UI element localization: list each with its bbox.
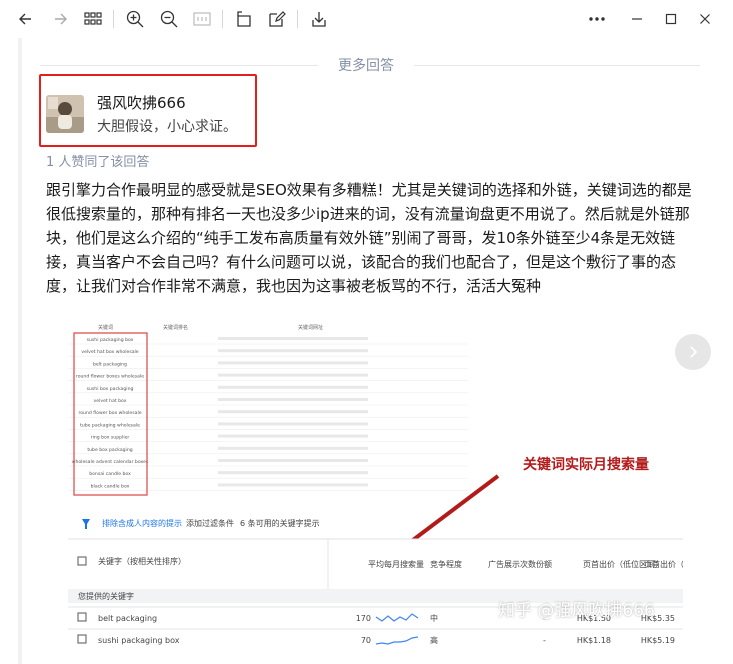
back-icon[interactable] (14, 8, 36, 30)
keyword-cell: tube box packaging (87, 447, 132, 453)
add-filter-link[interactable]: 添加过滤条件 (186, 518, 234, 528)
grid-icon[interactable] (82, 8, 104, 30)
url-cell-placeholder (218, 422, 368, 426)
keyword-cell: belt packaging (98, 614, 157, 623)
toolbar-separator (222, 10, 223, 28)
keyword-cell: round flower box wholesale (78, 410, 141, 416)
toolbar-separator (297, 10, 298, 28)
url-cell-placeholder (218, 361, 368, 365)
author-name[interactable]: 强风吹拂666 (97, 92, 186, 113)
author-headline: 大胆假设，小心求证。 (97, 119, 237, 135)
chevron-right-icon (690, 346, 698, 358)
keyword-cell: sushi box packaging (87, 386, 134, 392)
toolbar-separator (113, 10, 114, 28)
fit-icon[interactable] (191, 8, 213, 30)
volume-cell: 70 (361, 636, 371, 645)
url-cell-placeholder (218, 471, 368, 475)
column-header-high-bid[interactable]: 页首出价（高位区间） (644, 559, 724, 569)
url-cell-placeholder (218, 459, 368, 462)
share-cell: - (543, 636, 546, 645)
volume-cell: 170 (356, 614, 371, 623)
competition-cell: 中 (430, 613, 438, 623)
divider (40, 65, 318, 66)
zoom-out-icon[interactable] (158, 8, 180, 30)
keyword-cell: black candle box (91, 483, 130, 489)
keyword-cell: velvet hat box wholesale (81, 349, 138, 355)
url-cell-placeholder (218, 434, 368, 438)
more-answers-label[interactable]: 更多回答 (318, 55, 414, 75)
column-header-volume[interactable]: 平均每月搜索量 (368, 559, 424, 569)
close-icon[interactable] (694, 8, 716, 30)
column-header-keyword[interactable]: 关键字（按相关性排序） (98, 556, 186, 566)
available-suggestions: 6 条可用的关键字提示 (240, 518, 320, 528)
answer-content: 更多回答 强风吹拂666 大胆假设，小心求证。 1 人赞同了该回答 跟引擎力合作… (0, 38, 733, 664)
competition-cell: 高 (430, 635, 438, 645)
forward-icon[interactable] (50, 8, 72, 30)
keyword-cell: tube packaging wholesale (80, 422, 140, 428)
watermark: 知乎 @强风吹拂666 (498, 601, 655, 621)
table-header: 关键词 (98, 324, 113, 331)
url-cell-placeholder (218, 410, 368, 414)
rotate-icon[interactable] (233, 8, 255, 30)
keyword-cell: belt packaging (93, 361, 127, 367)
avatar[interactable] (46, 95, 84, 133)
keyword-cell: velvet hat box (94, 398, 127, 404)
keyword-cell: sushi packaging box (98, 636, 180, 645)
left-gutter (18, 38, 22, 664)
filter-icon[interactable] (82, 519, 90, 529)
divider (414, 65, 700, 66)
column-header-competition[interactable]: 竞争程度 (430, 559, 462, 569)
url-cell-placeholder (218, 349, 368, 353)
table-header: 关键词网址 (298, 324, 323, 331)
url-cell-placeholder (218, 385, 368, 389)
high-bid-cell: HK$5.19 (641, 636, 675, 645)
keyword-cell: round flower boxes wholesale (76, 374, 144, 380)
filter-exclude-adult[interactable]: 排除含成人内容的提示 (102, 518, 182, 528)
next-image-button[interactable] (675, 334, 711, 370)
url-cell-placeholder (218, 483, 368, 487)
url-cell-placeholder (218, 446, 368, 450)
url-cell-placeholder (218, 337, 368, 340)
keyword-cell: sushi packaging box (87, 337, 134, 343)
edit-icon[interactable] (266, 8, 288, 30)
download-icon[interactable] (308, 8, 330, 30)
keyword-cell: wholesale advent calendar boxes (72, 459, 149, 465)
viewer-toolbar (0, 0, 733, 38)
url-cell-placeholder (218, 373, 368, 377)
answer-body: 跟引擎力合作最明显的感受就是SEO效果有多糟糕！尤其是关键词的选择和外链，关键词… (46, 181, 692, 295)
vote-count: 1 人赞同了该回答 (46, 155, 150, 170)
zoom-in-icon[interactable] (124, 8, 146, 30)
more-icon[interactable] (586, 8, 608, 30)
filter-bar: 排除含成人内容的提示 添加过滤条件 6 条可用的关键字提示 (82, 518, 320, 529)
annotation-label: 关键词实际月搜索量 (523, 456, 649, 473)
minimize-icon[interactable] (626, 8, 648, 30)
table-header: 关键词排名 (163, 324, 188, 331)
low-bid-cell: HK$1.18 (577, 636, 611, 645)
keyword-cell: bonsai candle box (89, 471, 131, 477)
column-header-share[interactable]: 广告展示次数份额 (488, 559, 552, 569)
maximize-icon[interactable] (660, 8, 682, 30)
section-label: 您提供的关键字 (78, 591, 134, 601)
url-cell-placeholder (218, 398, 368, 401)
keyword-cell: ring box supplier (91, 435, 130, 441)
